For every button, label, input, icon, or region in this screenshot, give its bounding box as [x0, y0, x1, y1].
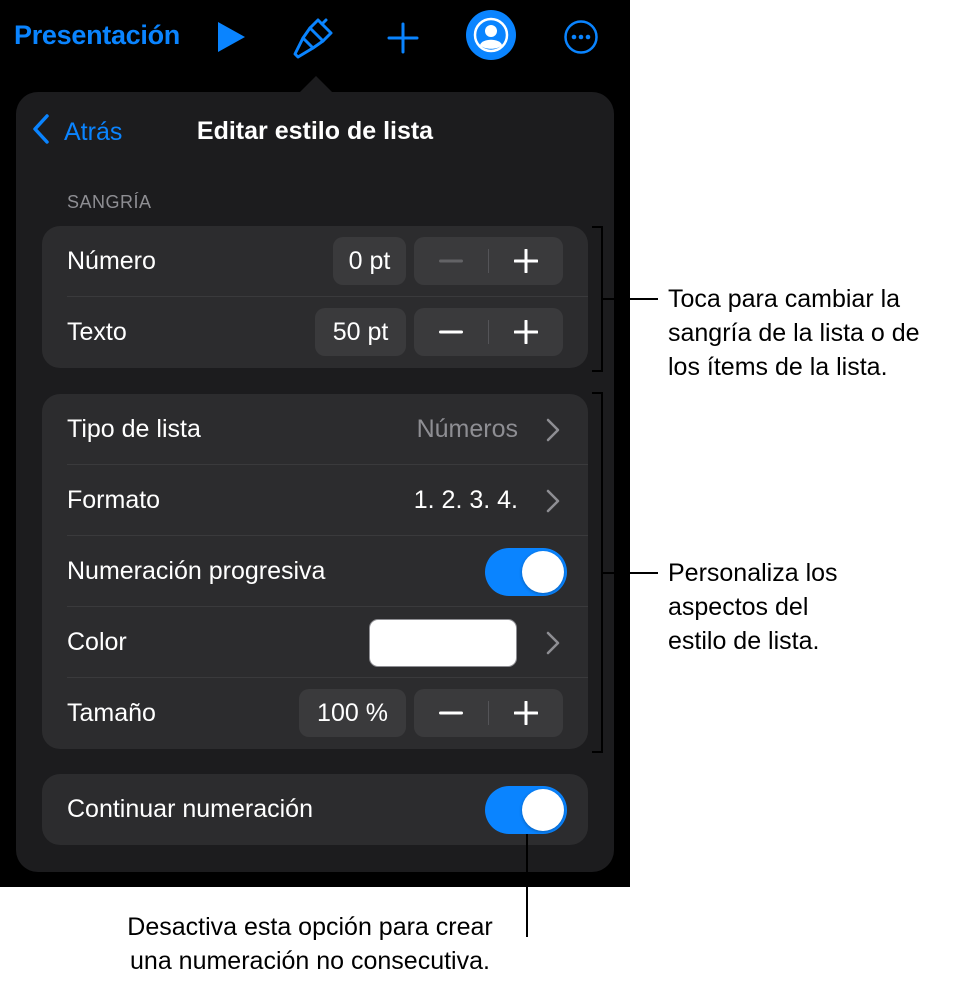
format-row[interactable]: Formato 1. 2. 3. 4.: [42, 465, 588, 536]
indent-callout-line-2: sangría de la lista o de: [668, 319, 920, 347]
indent-number-label: Número: [67, 247, 156, 275]
format-label: Formato: [67, 486, 161, 514]
size-row: Tamaño 100 %: [42, 678, 588, 749]
more-icon[interactable]: [564, 20, 598, 59]
paintbrush-icon[interactable]: [292, 16, 336, 69]
indent-text-label: Texto: [67, 318, 127, 346]
presentation-title[interactable]: Presentación: [14, 20, 180, 51]
play-icon[interactable]: [216, 21, 246, 58]
style-callout-line-3: estilo de lista.: [668, 627, 820, 655]
continue-numbering-label: Continuar numeración: [67, 795, 313, 823]
indent-callout-line-3: los ítems de la lista.: [668, 353, 888, 381]
list-style-group: Tipo de lista Números Formato 1. 2. 3. 4…: [42, 394, 588, 749]
color-label: Color: [67, 628, 127, 656]
indent-group: Número 0 pt Texto 50 pt: [42, 226, 588, 368]
color-swatch[interactable]: [369, 619, 517, 667]
style-callout: Personaliza los aspectos del estilo de l…: [668, 556, 838, 658]
size-label: Tamaño: [67, 699, 156, 727]
size-value[interactable]: 100 %: [299, 689, 406, 737]
continue-numbering-row: Continuar numeración: [42, 774, 588, 845]
decrement-button[interactable]: [414, 308, 488, 356]
device-screen: Presentación Editar estilo de lista Atrá…: [0, 0, 630, 887]
increment-button[interactable]: [489, 237, 563, 285]
indent-text-value[interactable]: 50 pt: [315, 308, 406, 356]
chevron-right-icon: [546, 489, 560, 518]
color-row[interactable]: Color: [42, 607, 588, 678]
continue-numbering-group: Continuar numeración: [42, 774, 588, 845]
popover-arrow: [300, 76, 332, 92]
increment-button[interactable]: [489, 689, 563, 737]
continue-callout-line-1: Desactiva esta opción para crear: [127, 913, 493, 941]
list-type-label: Tipo de lista: [67, 415, 201, 443]
toggle-knob: [522, 551, 564, 593]
tiered-numbers-label: Numeración progresiva: [67, 557, 326, 585]
indent-leader-line: [601, 298, 658, 300]
format-value: 1. 2. 3. 4.: [413, 486, 518, 514]
style-callout-line-2: aspectos del: [668, 593, 809, 621]
toggle-knob: [522, 789, 564, 831]
back-button[interactable]: Atrás: [32, 113, 123, 152]
indent-text-stepper: [414, 308, 563, 356]
indent-number-value[interactable]: 0 pt: [333, 237, 406, 285]
list-type-row[interactable]: Tipo de lista Números: [42, 394, 588, 465]
style-callout-line-1: Personaliza los: [668, 559, 838, 587]
continue-numbering-toggle[interactable]: [485, 786, 567, 834]
indent-text-row: Texto 50 pt: [42, 297, 588, 368]
decrement-button[interactable]: [414, 689, 488, 737]
back-label: Atrás: [64, 117, 123, 146]
list-type-value: Números: [416, 415, 518, 443]
chevron-right-icon: [546, 418, 560, 447]
indent-callout: Toca para cambiar la sangría de la lista…: [668, 282, 920, 384]
indent-number-row: Número 0 pt: [42, 226, 588, 297]
indent-callout-line-1: Toca para cambiar la: [668, 285, 901, 313]
size-stepper: [414, 689, 563, 737]
indent-section-header: SANGRÍA: [67, 192, 152, 212]
collaboration-icon[interactable]: [466, 10, 516, 65]
indent-number-stepper: [414, 237, 563, 285]
continue-callout: Desactiva esta opción para crear una num…: [60, 910, 560, 978]
chevron-right-icon: [546, 631, 560, 660]
tiered-numbers-toggle[interactable]: [485, 548, 567, 596]
decrement-button[interactable]: [414, 237, 488, 285]
tiered-numbers-row: Numeración progresiva: [42, 536, 588, 607]
style-leader-line: [601, 572, 658, 574]
continue-callout-line-2: una numeración no consecutiva.: [130, 947, 490, 975]
plus-icon[interactable]: [387, 22, 419, 59]
chevron-left-icon: [32, 113, 50, 152]
increment-button[interactable]: [489, 308, 563, 356]
